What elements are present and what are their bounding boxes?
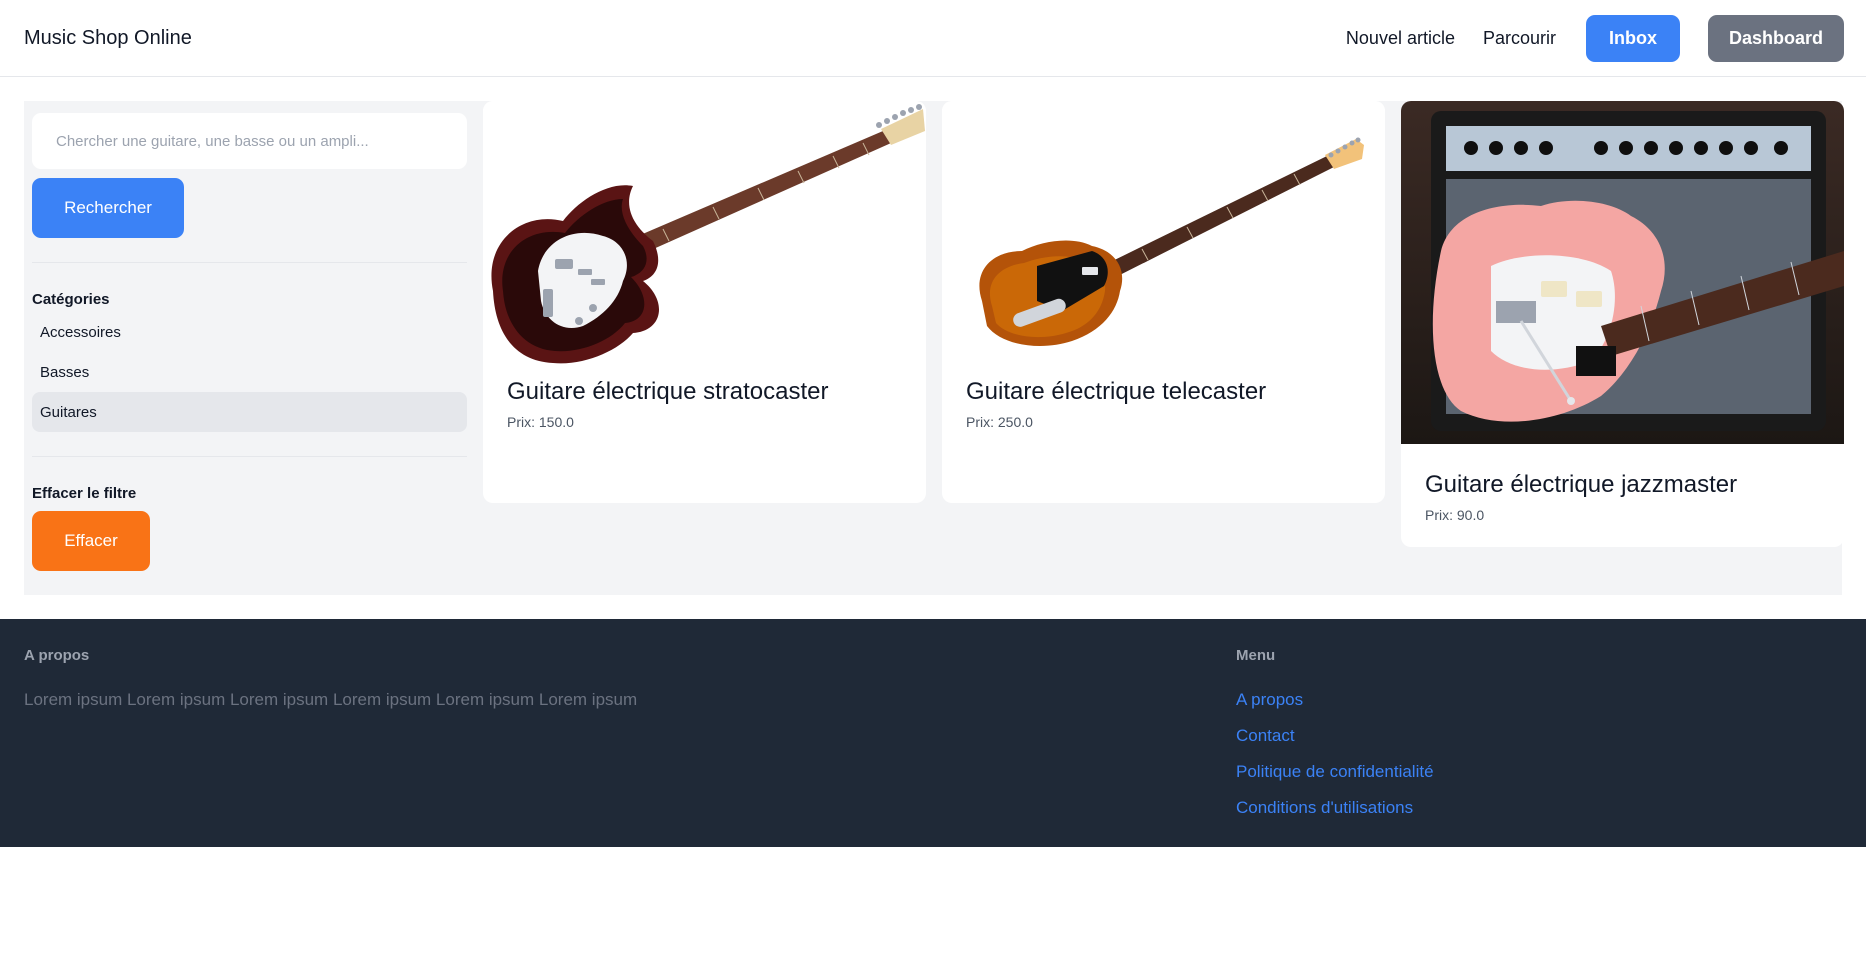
brand-logo-text[interactable]: Music Shop Online — [24, 27, 192, 50]
nav-links: Nouvel article Parcourir Inbox Dashboard — [1346, 14, 1844, 62]
footer-about-section: A propos Lorem ipsum Lorem ipsum Lorem i… — [24, 647, 637, 710]
product-price: Prix: 150.0 — [507, 414, 574, 430]
footer-link-privacy[interactable]: Politique de confidentialité — [1236, 762, 1434, 798]
product-card[interactable]: Guitare électrique telecaster Prix: 250.… — [942, 101, 1385, 503]
product-card[interactable]: Guitare électrique stratocaster Prix: 15… — [483, 101, 926, 503]
clear-filter-heading: Effacer le filtre — [32, 485, 137, 502]
inbox-button[interactable]: Inbox — [1586, 14, 1680, 62]
categories-heading: Catégories — [32, 291, 110, 308]
product-title[interactable]: Guitare électrique jazzmaster — [1425, 471, 1820, 499]
footer-link-terms[interactable]: Conditions d'utilisations — [1236, 798, 1434, 834]
stratocaster-guitar-image[interactable] — [483, 101, 926, 374]
category-list: Accessoires Basses Guitares — [32, 312, 467, 432]
filter-sidebar: Rechercher Catégories Accessoires Basses… — [32, 113, 467, 571]
footer-link-about[interactable]: A propos — [1236, 690, 1434, 726]
product-card[interactable]: Guitare électrique jazzmaster Prix: 90.0 — [1401, 101, 1844, 547]
product-card-body: Guitare électrique stratocaster Prix: 15… — [483, 374, 926, 456]
search-button[interactable]: Rechercher — [32, 178, 184, 238]
footer-about-heading: A propos — [24, 647, 90, 664]
divider — [32, 456, 467, 457]
site-footer: A propos Lorem ipsum Lorem ipsum Lorem i… — [0, 619, 1866, 847]
product-price: Prix: 250.0 — [966, 414, 1033, 430]
product-card-body: Guitare électrique telecaster Prix: 250.… — [942, 374, 1385, 456]
category-item-guitares[interactable]: Guitares — [32, 392, 467, 432]
dashboard-button[interactable]: Dashboard — [1708, 14, 1844, 62]
category-item-basses[interactable]: Basses — [32, 352, 467, 392]
footer-about-text: Lorem ipsum Lorem ipsum Lorem ipsum Lore… — [24, 690, 638, 709]
jazzmaster-guitar-amp-image[interactable] — [1401, 101, 1844, 444]
clear-filter-button[interactable]: Effacer — [32, 511, 150, 571]
nav-new-article-link[interactable]: Nouvel article — [1346, 28, 1455, 49]
product-title[interactable]: Guitare électrique telecaster — [966, 378, 1361, 406]
telecaster-guitar-image[interactable] — [942, 101, 1385, 374]
divider — [32, 262, 467, 263]
category-item-accessoires[interactable]: Accessoires — [32, 312, 467, 352]
product-title[interactable]: Guitare électrique stratocaster — [507, 378, 902, 406]
footer-link-contact[interactable]: Contact — [1236, 726, 1434, 762]
top-navbar: Music Shop Online Nouvel article Parcour… — [0, 0, 1866, 77]
main-content: Rechercher Catégories Accessoires Basses… — [24, 101, 1844, 595]
nav-browse-link[interactable]: Parcourir — [1483, 28, 1556, 49]
footer-menu-heading: Menu — [1236, 647, 1276, 664]
footer-menu-links: A propos Contact Politique de confidenti… — [1236, 690, 1434, 834]
product-price: Prix: 90.0 — [1425, 507, 1485, 523]
product-card-body: Guitare électrique jazzmaster Prix: 90.0 — [1401, 444, 1844, 547]
search-input[interactable] — [32, 113, 467, 169]
footer-menu-section: Menu A propos Contact Politique de confi… — [1236, 647, 1434, 834]
